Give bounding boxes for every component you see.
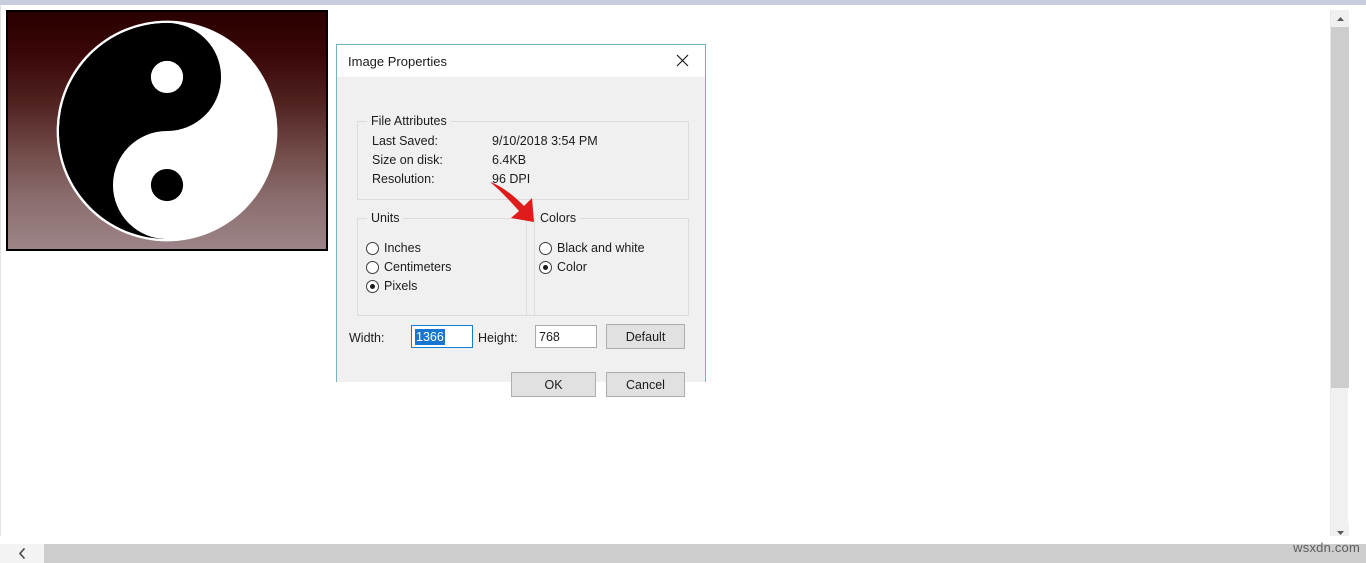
radio-indicator: [366, 260, 379, 274]
radio-label: Inches: [384, 241, 421, 255]
height-label: Height:: [478, 331, 518, 345]
radio-label: Color: [557, 260, 587, 274]
radio-units-inches[interactable]: Inches: [366, 241, 421, 255]
last-saved-label: Last Saved:: [372, 134, 439, 148]
vertical-scroll-thumb[interactable]: [1331, 27, 1349, 388]
radio-label: Black and white: [557, 241, 645, 255]
radio-indicator: [366, 279, 379, 293]
dialog-body: File Attributes Last Saved: 9/10/2018 3:…: [337, 77, 705, 397]
width-label: Width:: [349, 331, 385, 345]
image-frame[interactable]: [6, 10, 328, 251]
cancel-button[interactable]: Cancel: [606, 372, 685, 397]
vertical-scrollbar[interactable]: [1330, 10, 1349, 541]
resolution-value: 96 DPI: [492, 172, 531, 186]
colors-legend: Colors: [536, 211, 581, 225]
radio-units-centimeters[interactable]: Centimeters: [366, 260, 451, 274]
ok-button[interactable]: OK: [511, 372, 596, 397]
scroll-up-arrow-icon[interactable]: [1331, 10, 1349, 27]
radio-indicator: [539, 260, 552, 274]
dialog-titlebar[interactable]: Image Properties: [337, 45, 705, 77]
dialog-title: Image Properties: [348, 53, 447, 69]
units-group: Units Inches Centimeters Pixels: [357, 211, 535, 316]
yin-yang-icon: [56, 20, 278, 241]
radio-indicator: [366, 241, 379, 255]
image-properties-dialog: Image Properties File Attributes Last Sa…: [336, 44, 706, 397]
width-input-value: 1366: [415, 328, 445, 345]
horizontal-scrollbar[interactable]: wsxdn.com: [0, 536, 1366, 563]
last-saved-value: 9/10/2018 3:54 PM: [492, 134, 598, 148]
colors-group: Colors Black and white Color: [526, 211, 689, 316]
radio-colors-black-and-white[interactable]: Black and white: [539, 241, 645, 255]
resolution-label: Resolution:: [372, 172, 435, 186]
watermark-label: wsxdn.com: [1293, 540, 1360, 555]
radio-label: Centimeters: [384, 260, 452, 274]
scroll-left-arrow-icon[interactable]: [0, 544, 44, 563]
radio-indicator: [539, 241, 552, 255]
file-attributes-legend: File Attributes: [367, 114, 451, 128]
radio-colors-color[interactable]: Color: [539, 260, 587, 274]
radio-units-pixels[interactable]: Pixels: [366, 279, 417, 293]
size-on-disk-label: Size on disk:: [372, 153, 443, 167]
close-icon[interactable]: [660, 45, 705, 76]
width-input[interactable]: 1366: [411, 325, 473, 348]
height-input[interactable]: 768: [535, 325, 597, 348]
radio-label: Pixels: [384, 279, 418, 293]
file-attributes-group: File Attributes Last Saved: 9/10/2018 3:…: [357, 114, 689, 200]
units-legend: Units: [367, 211, 404, 225]
application-window: wsxdn.com Image Properties File Attribut…: [0, 0, 1366, 563]
height-input-value: 768: [539, 329, 560, 344]
horizontal-scroll-track[interactable]: [0, 544, 1366, 563]
default-button[interactable]: Default: [606, 324, 685, 349]
size-on-disk-value: 6.4KB: [492, 153, 527, 167]
